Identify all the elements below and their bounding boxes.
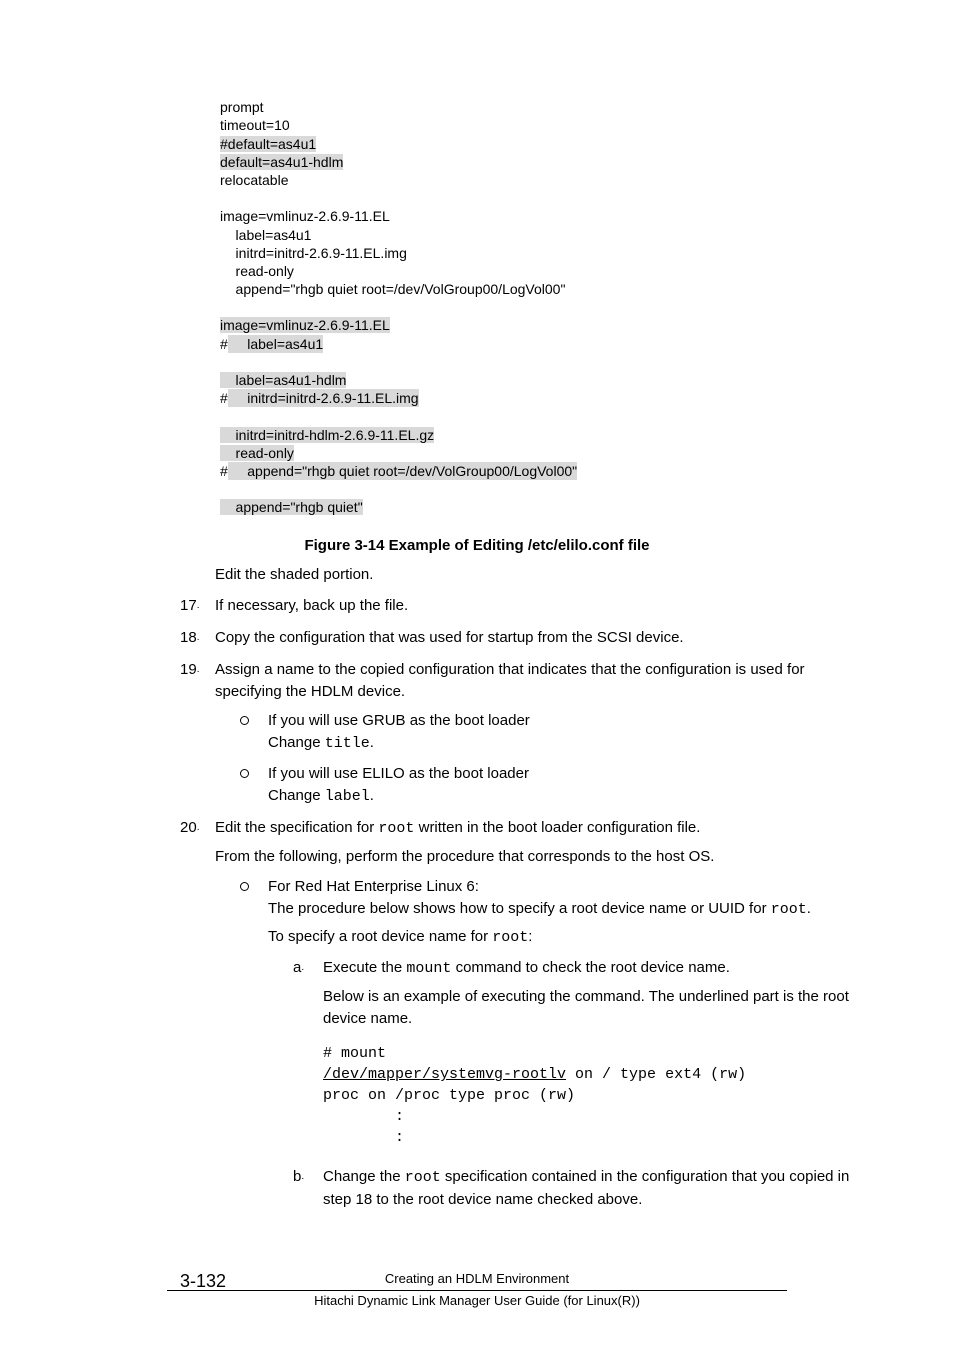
list-item: 17. If necessary, back up the file.	[180, 595, 864, 617]
item-text: Edit the specification for	[215, 819, 378, 836]
code-inline: root	[771, 901, 807, 918]
bullet-text: .	[370, 787, 374, 804]
code-line-hl: label=as4u1	[228, 335, 323, 353]
code-line-hl: initrd=initrd-2.6.9-11.EL.img	[228, 389, 419, 407]
bullet-item: If you will use GRUB as the boot loader …	[240, 710, 864, 755]
bullet-text: Change	[268, 787, 325, 804]
code-line-hl: label=as4u1-hdlm	[220, 372, 346, 388]
footer-divider	[167, 1290, 787, 1291]
code-line: initrd=initrd-2.6.9-11.EL.img	[220, 245, 407, 261]
code-line-hl: append="rhgb quiet root=/dev/VolGroup00/…	[228, 462, 577, 480]
bullet-text: The procedure below shows how to specify…	[268, 900, 771, 917]
code-line: prompt	[220, 99, 264, 115]
code-line: label=as4u1	[220, 227, 311, 243]
item-text: Copy the configuration that was used for…	[215, 629, 684, 646]
bullet-text: Change	[268, 734, 325, 751]
mount-output-block: # mount /dev/mapper/systemvg-rootlv on /…	[323, 1043, 864, 1148]
code-line: timeout=10	[220, 117, 290, 133]
item-text: If necessary, back up the file.	[215, 597, 408, 614]
item-number: 18	[180, 629, 197, 646]
mount-line: :	[323, 1108, 404, 1125]
code-line-hl: image=vmlinuz-2.6.9-11.EL	[220, 317, 390, 333]
code-line: read-only	[220, 263, 294, 279]
code-inline: title	[325, 735, 370, 752]
mount-line: :	[323, 1129, 404, 1146]
item-number: 17	[180, 597, 197, 614]
bullet-text: To specify a root device name for	[268, 928, 492, 945]
code-line: relocatable	[220, 172, 289, 188]
sub-text: Below is an example of executing the com…	[323, 986, 864, 1030]
code-inline: root	[405, 1169, 441, 1186]
figure-caption: Figure 3-14 Example of Editing /etc/elil…	[90, 537, 864, 554]
code-inline: mount	[406, 960, 451, 977]
footer-title-2: Hitachi Dynamic Link Manager User Guide …	[90, 1293, 864, 1308]
code-line-hl: default=as4u1-hdlm	[220, 154, 343, 170]
mount-line-underlined: /dev/mapper/systemvg-rootlv	[323, 1066, 566, 1083]
sub-item: a. Execute the mount command to check th…	[293, 957, 864, 1148]
bullet-text: :	[528, 928, 532, 945]
sub-text: Execute the	[323, 959, 406, 976]
code-line: image=vmlinuz-2.6.9-11.EL	[220, 208, 390, 224]
code-line-hl: #default=as4u1	[220, 136, 316, 152]
bullet-text: If you will use GRUB as the boot loader	[268, 710, 864, 732]
mount-line: proc on /proc type proc (rw)	[323, 1087, 575, 1104]
mount-line: # mount	[323, 1045, 386, 1062]
bullet-text: For Red Hat Enterprise Linux 6:	[268, 876, 864, 898]
list-item: 19. Assign a name to the copied configur…	[180, 659, 864, 808]
code-line-hl: initrd=initrd-hdlm-2.6.9-11.EL.gz	[220, 427, 434, 443]
code-example-block: prompt timeout=10 #default=as4u1 default…	[220, 80, 864, 517]
code-line-hl: read-only	[220, 445, 294, 461]
item-text: written in the boot loader configuration…	[414, 819, 700, 836]
mount-line: on / type ext4 (rw)	[566, 1066, 746, 1083]
bullet-text: If you will use ELILO as the boot loader	[268, 763, 864, 785]
bullet-item: For Red Hat Enterprise Linux 6: The proc…	[240, 876, 864, 1211]
item-number: 20	[180, 819, 197, 836]
bullet-item: If you will use ELILO as the boot loader…	[240, 763, 864, 808]
sub-item: b. Change the root specification contain…	[293, 1166, 864, 1211]
item-text: Assign a name to the copied configuratio…	[215, 661, 805, 700]
code-inline: root	[378, 820, 414, 837]
bullet-text: .	[807, 900, 811, 917]
code-line: #	[220, 389, 228, 407]
code-inline: label	[325, 788, 370, 805]
code-line: append="rhgb quiet root=/dev/VolGroup00/…	[220, 281, 565, 297]
code-line: #	[220, 462, 228, 480]
list-item: 18. Copy the configuration that was used…	[180, 627, 864, 649]
item-text: From the following, perform the procedur…	[215, 846, 864, 868]
sub-text: command to check the root device name.	[451, 959, 729, 976]
list-item: 20. Edit the specification for root writ…	[180, 817, 864, 1211]
page-number: 3-132	[180, 1271, 226, 1292]
item-number: 19	[180, 661, 197, 678]
code-line-hl: append="rhgb quiet"	[220, 499, 363, 515]
body-text: Edit the shaded portion.	[215, 564, 864, 586]
bullet-text: .	[370, 734, 374, 751]
code-inline: root	[492, 929, 528, 946]
code-line: #	[220, 335, 228, 353]
sub-text: Change the	[323, 1168, 405, 1185]
